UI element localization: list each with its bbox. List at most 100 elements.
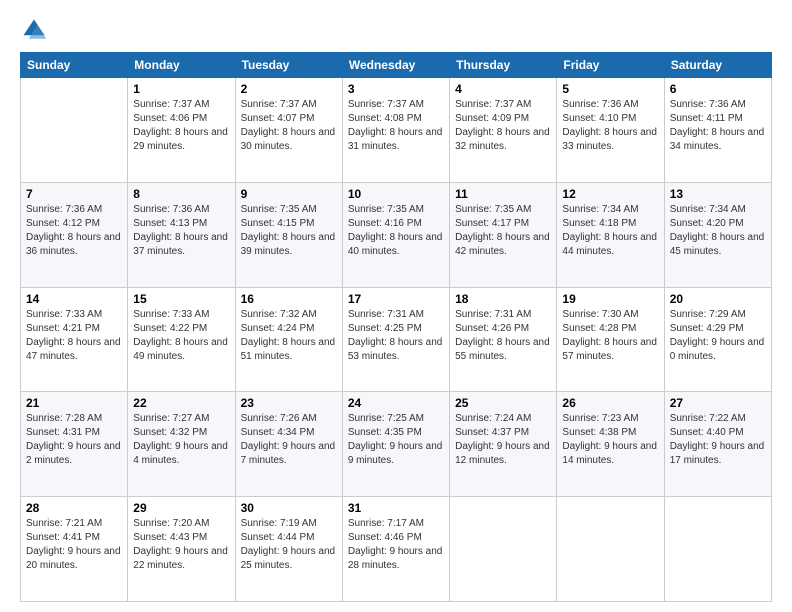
calendar-cell: 18 Sunrise: 7:31 AMSunset: 4:26 PMDaylig… (450, 287, 557, 392)
day-info: Sunrise: 7:21 AMSunset: 4:41 PMDaylight:… (26, 517, 122, 573)
calendar-week-row: 28 Sunrise: 7:21 AMSunset: 4:41 PMDaylig… (21, 497, 772, 602)
calendar-cell: 23 Sunrise: 7:26 AMSunset: 4:34 PMDaylig… (235, 392, 342, 497)
calendar-cell (450, 497, 557, 602)
day-number: 9 (241, 187, 337, 201)
day-info: Sunrise: 7:20 AMSunset: 4:43 PMDaylight:… (133, 517, 229, 573)
day-info: Sunrise: 7:24 AMSunset: 4:37 PMDaylight:… (455, 412, 551, 468)
calendar-cell: 14 Sunrise: 7:33 AMSunset: 4:21 PMDaylig… (21, 287, 128, 392)
calendar-cell: 24 Sunrise: 7:25 AMSunset: 4:35 PMDaylig… (342, 392, 449, 497)
day-info: Sunrise: 7:34 AMSunset: 4:18 PMDaylight:… (562, 203, 658, 259)
day-info: Sunrise: 7:29 AMSunset: 4:29 PMDaylight:… (670, 308, 766, 364)
weekday-header: Saturday (664, 53, 771, 78)
day-info: Sunrise: 7:35 AMSunset: 4:17 PMDaylight:… (455, 203, 551, 259)
calendar-cell: 25 Sunrise: 7:24 AMSunset: 4:37 PMDaylig… (450, 392, 557, 497)
weekday-header: Monday (128, 53, 235, 78)
day-info: Sunrise: 7:23 AMSunset: 4:38 PMDaylight:… (562, 412, 658, 468)
day-info: Sunrise: 7:37 AMSunset: 4:08 PMDaylight:… (348, 98, 444, 154)
calendar-cell: 20 Sunrise: 7:29 AMSunset: 4:29 PMDaylig… (664, 287, 771, 392)
day-number: 28 (26, 501, 122, 515)
day-number: 7 (26, 187, 122, 201)
day-info: Sunrise: 7:22 AMSunset: 4:40 PMDaylight:… (670, 412, 766, 468)
calendar-cell (21, 78, 128, 183)
day-number: 4 (455, 82, 551, 96)
day-number: 14 (26, 292, 122, 306)
calendar-cell: 27 Sunrise: 7:22 AMSunset: 4:40 PMDaylig… (664, 392, 771, 497)
calendar-cell: 26 Sunrise: 7:23 AMSunset: 4:38 PMDaylig… (557, 392, 664, 497)
day-info: Sunrise: 7:31 AMSunset: 4:25 PMDaylight:… (348, 308, 444, 364)
calendar-cell: 28 Sunrise: 7:21 AMSunset: 4:41 PMDaylig… (21, 497, 128, 602)
calendar-cell: 30 Sunrise: 7:19 AMSunset: 4:44 PMDaylig… (235, 497, 342, 602)
page: SundayMondayTuesdayWednesdayThursdayFrid… (0, 0, 792, 612)
calendar-cell: 16 Sunrise: 7:32 AMSunset: 4:24 PMDaylig… (235, 287, 342, 392)
day-info: Sunrise: 7:36 AMSunset: 4:12 PMDaylight:… (26, 203, 122, 259)
day-number: 16 (241, 292, 337, 306)
day-info: Sunrise: 7:30 AMSunset: 4:28 PMDaylight:… (562, 308, 658, 364)
calendar-cell: 11 Sunrise: 7:35 AMSunset: 4:17 PMDaylig… (450, 182, 557, 287)
weekday-header: Friday (557, 53, 664, 78)
day-info: Sunrise: 7:19 AMSunset: 4:44 PMDaylight:… (241, 517, 337, 573)
calendar-cell: 3 Sunrise: 7:37 AMSunset: 4:08 PMDayligh… (342, 78, 449, 183)
day-info: Sunrise: 7:36 AMSunset: 4:11 PMDaylight:… (670, 98, 766, 154)
header (20, 16, 772, 44)
calendar-cell: 6 Sunrise: 7:36 AMSunset: 4:11 PMDayligh… (664, 78, 771, 183)
calendar-cell (664, 497, 771, 602)
logo (20, 16, 52, 44)
weekday-header: Tuesday (235, 53, 342, 78)
day-number: 22 (133, 396, 229, 410)
day-number: 25 (455, 396, 551, 410)
day-number: 5 (562, 82, 658, 96)
day-number: 11 (455, 187, 551, 201)
logo-icon (20, 16, 48, 44)
day-number: 6 (670, 82, 766, 96)
calendar-cell: 12 Sunrise: 7:34 AMSunset: 4:18 PMDaylig… (557, 182, 664, 287)
calendar-cell: 1 Sunrise: 7:37 AMSunset: 4:06 PMDayligh… (128, 78, 235, 183)
day-info: Sunrise: 7:37 AMSunset: 4:06 PMDaylight:… (133, 98, 229, 154)
day-number: 23 (241, 396, 337, 410)
calendar-cell: 9 Sunrise: 7:35 AMSunset: 4:15 PMDayligh… (235, 182, 342, 287)
day-number: 26 (562, 396, 658, 410)
calendar-cell: 7 Sunrise: 7:36 AMSunset: 4:12 PMDayligh… (21, 182, 128, 287)
calendar-cell: 15 Sunrise: 7:33 AMSunset: 4:22 PMDaylig… (128, 287, 235, 392)
day-info: Sunrise: 7:33 AMSunset: 4:21 PMDaylight:… (26, 308, 122, 364)
weekday-header: Wednesday (342, 53, 449, 78)
day-number: 29 (133, 501, 229, 515)
day-number: 15 (133, 292, 229, 306)
day-number: 17 (348, 292, 444, 306)
calendar-cell: 29 Sunrise: 7:20 AMSunset: 4:43 PMDaylig… (128, 497, 235, 602)
day-number: 1 (133, 82, 229, 96)
day-number: 2 (241, 82, 337, 96)
day-info: Sunrise: 7:36 AMSunset: 4:13 PMDaylight:… (133, 203, 229, 259)
calendar-cell: 4 Sunrise: 7:37 AMSunset: 4:09 PMDayligh… (450, 78, 557, 183)
calendar-cell (557, 497, 664, 602)
weekday-header: Sunday (21, 53, 128, 78)
day-info: Sunrise: 7:35 AMSunset: 4:16 PMDaylight:… (348, 203, 444, 259)
day-info: Sunrise: 7:34 AMSunset: 4:20 PMDaylight:… (670, 203, 766, 259)
day-info: Sunrise: 7:35 AMSunset: 4:15 PMDaylight:… (241, 203, 337, 259)
day-number: 30 (241, 501, 337, 515)
day-info: Sunrise: 7:37 AMSunset: 4:07 PMDaylight:… (241, 98, 337, 154)
day-number: 18 (455, 292, 551, 306)
day-number: 21 (26, 396, 122, 410)
calendar-cell: 22 Sunrise: 7:27 AMSunset: 4:32 PMDaylig… (128, 392, 235, 497)
calendar-cell: 31 Sunrise: 7:17 AMSunset: 4:46 PMDaylig… (342, 497, 449, 602)
calendar-cell: 21 Sunrise: 7:28 AMSunset: 4:31 PMDaylig… (21, 392, 128, 497)
calendar-week-row: 21 Sunrise: 7:28 AMSunset: 4:31 PMDaylig… (21, 392, 772, 497)
day-number: 3 (348, 82, 444, 96)
day-number: 10 (348, 187, 444, 201)
calendar: SundayMondayTuesdayWednesdayThursdayFrid… (20, 52, 772, 602)
weekday-header: Thursday (450, 53, 557, 78)
calendar-header-row: SundayMondayTuesdayWednesdayThursdayFrid… (21, 53, 772, 78)
day-info: Sunrise: 7:36 AMSunset: 4:10 PMDaylight:… (562, 98, 658, 154)
calendar-cell: 13 Sunrise: 7:34 AMSunset: 4:20 PMDaylig… (664, 182, 771, 287)
day-info: Sunrise: 7:17 AMSunset: 4:46 PMDaylight:… (348, 517, 444, 573)
calendar-week-row: 1 Sunrise: 7:37 AMSunset: 4:06 PMDayligh… (21, 78, 772, 183)
day-info: Sunrise: 7:31 AMSunset: 4:26 PMDaylight:… (455, 308, 551, 364)
calendar-cell: 8 Sunrise: 7:36 AMSunset: 4:13 PMDayligh… (128, 182, 235, 287)
day-info: Sunrise: 7:27 AMSunset: 4:32 PMDaylight:… (133, 412, 229, 468)
calendar-week-row: 7 Sunrise: 7:36 AMSunset: 4:12 PMDayligh… (21, 182, 772, 287)
calendar-week-row: 14 Sunrise: 7:33 AMSunset: 4:21 PMDaylig… (21, 287, 772, 392)
day-info: Sunrise: 7:33 AMSunset: 4:22 PMDaylight:… (133, 308, 229, 364)
day-info: Sunrise: 7:37 AMSunset: 4:09 PMDaylight:… (455, 98, 551, 154)
day-info: Sunrise: 7:32 AMSunset: 4:24 PMDaylight:… (241, 308, 337, 364)
day-number: 19 (562, 292, 658, 306)
